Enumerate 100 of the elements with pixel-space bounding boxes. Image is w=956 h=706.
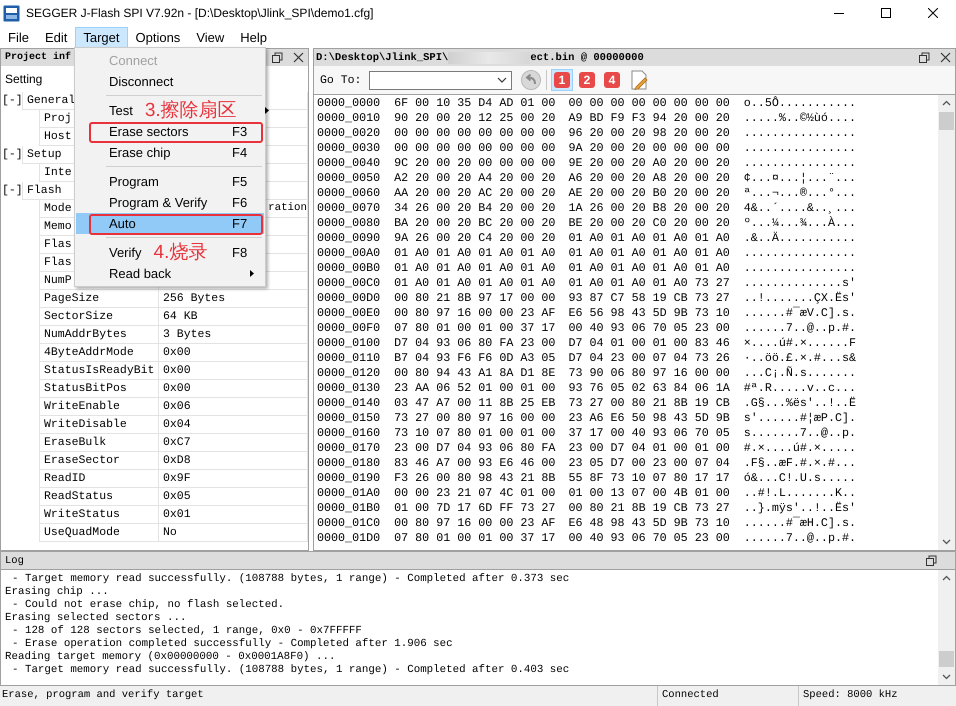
hex-bytes: B7 04 93 F6 F6 0D A3 05 <box>394 351 556 366</box>
collapse-toggle[interactable]: [-] <box>1 182 22 200</box>
property-value: 0x05 <box>159 488 308 506</box>
hex-bytes: A6 20 00 20 A8 20 00 20 <box>568 171 730 186</box>
hex-address: 0000_0100 <box>317 336 380 351</box>
hex-address: 0000_0120 <box>317 366 380 381</box>
close-icon[interactable] <box>293 52 304 63</box>
hex-bytes: 03 47 A7 00 11 8B 25 EB <box>394 396 556 411</box>
ascii-text: ..}.mÿs'..!..Ës' <box>744 501 856 516</box>
hex-address: 0000_0030 <box>317 141 380 156</box>
property-value: 64 KB <box>159 308 308 326</box>
ascii-text: ......7..@..p.#. <box>744 321 856 336</box>
scroll-thumb[interactable] <box>939 651 954 667</box>
column-header: Setting <box>5 72 42 86</box>
view-button[interactable]: 1 <box>551 69 573 91</box>
ascii-text: ................ <box>744 261 856 276</box>
ascii-text: ......#¯æV.C].s. <box>744 306 856 321</box>
log-line: - Could not erase chip, no flash selected. <box>11 599 286 612</box>
hex-bytes: 90 20 00 20 12 25 00 20 <box>394 111 556 126</box>
hex-bytes: 23 05 D7 00 23 00 07 04 <box>568 456 730 471</box>
hex-bytes: 00 80 21 8B 19 CB 73 27 <box>568 501 730 516</box>
restore-icon[interactable] <box>272 52 283 63</box>
ascii-text: ......#¯æH.C].s. <box>744 516 856 531</box>
hex-bytes: 01 A0 01 A0 01 A0 01 A0 <box>568 231 730 246</box>
log-line: - Erase operation completed successfully - Completed after 1.906 sec <box>11 638 454 651</box>
property-value: 0x00 <box>159 344 308 362</box>
log-line: - Target memory read successfully. (108788 bytes, 1 range) - Completed after 0.403 sec <box>11 664 570 677</box>
property-value: 0x9F <box>159 470 308 488</box>
hex-bytes: 00 80 21 8B 97 17 00 00 <box>394 291 556 306</box>
connection-status: Connected <box>657 686 798 706</box>
hex-bytes: 23 00 D7 04 01 00 01 00 <box>568 441 730 456</box>
hex-address: 0000_01C0 <box>317 516 380 531</box>
collapse-toggle[interactable]: [-] <box>1 92 22 110</box>
hex-bytes: AA 20 00 20 AC 20 00 20 <box>394 186 556 201</box>
scroll-thumb[interactable] <box>939 112 954 130</box>
ascii-text: ......7..@..p.#. <box>744 531 856 546</box>
restore-icon[interactable] <box>919 52 930 63</box>
property-value: 0x04 <box>159 416 308 434</box>
hex-bytes: 6F 00 10 35 D4 AD 01 00 <box>394 96 556 111</box>
hex-address: 0000_01A0 <box>317 486 380 501</box>
menu-item[interactable]: Options <box>128 26 188 48</box>
property-value: 0x00 <box>159 380 308 398</box>
menu-item[interactable]: Auto F7 <box>76 213 264 234</box>
hex-address: 0000_00D0 <box>317 291 380 306</box>
hex-bytes: 37 17 00 40 93 06 70 05 <box>568 426 730 441</box>
hex-bytes: 00 80 97 16 00 00 23 AF <box>394 306 556 321</box>
menu-item[interactable]: Target <box>75 26 128 48</box>
ascii-text: ................ <box>744 126 856 141</box>
hex-bytes: 01 A0 01 A0 01 A0 01 A0 <box>394 246 556 261</box>
hex-address: 0000_00B0 <box>317 261 380 276</box>
restore-icon[interactable] <box>926 555 937 566</box>
hex-address: 0000_00C0 <box>317 276 380 291</box>
hex-address: 0000_0180 <box>317 456 380 471</box>
hex-bytes: 01 A0 01 A0 01 A0 01 A0 <box>394 276 556 291</box>
property-name: StatusIsReadyBit <box>39 362 159 380</box>
hex-address: 0000_0110 <box>317 351 380 366</box>
log-line: - Target memory read successfully. (108788 bytes, 1 range) - Completed after 0.373 sec <box>11 573 570 586</box>
ascii-text: ................ <box>744 156 856 171</box>
log-line: Erasing selected sectors ... <box>5 612 188 625</box>
close-icon[interactable] <box>928 8 938 18</box>
hex-bytes: BA 20 00 20 BC 20 00 20 <box>394 216 556 231</box>
view-button[interactable]: 4 <box>601 69 623 91</box>
close-icon[interactable] <box>940 52 951 63</box>
menu-item[interactable]: Disconnect <box>76 71 264 92</box>
hex-address: 0000_0000 <box>317 96 380 111</box>
goto-field[interactable] <box>369 70 512 90</box>
property-name: NumAddrBytes <box>39 326 159 344</box>
hex-address: 0000_0050 <box>317 171 380 186</box>
log-line: Erasing chip ... <box>5 586 110 599</box>
submenu-arrow-icon <box>250 270 254 277</box>
menu-item[interactable]: View <box>188 26 232 48</box>
hex-address: 0000_0060 <box>317 186 380 201</box>
hex-bytes: 00 40 93 06 70 05 23 00 <box>568 321 730 336</box>
edit-document-icon[interactable] <box>630 70 648 90</box>
hex-address: 0000_0010 <box>317 111 380 126</box>
hex-bytes: 01 A0 01 A0 01 A0 01 A0 <box>568 246 730 261</box>
log-line: Reading target memory (0x00000000 - 0x0001A8F0) ... <box>5 651 336 664</box>
window-title: SEGGER J-Flash SPI V7.92n - [D:\Desktop\Jlink_SPI\demo1.cfg] <box>26 6 374 20</box>
hex-bytes: F3 26 00 80 98 43 21 8B <box>394 471 556 486</box>
hex-bytes: 01 A0 01 A0 01 A0 01 A0 <box>568 261 730 276</box>
hex-bytes: 07 80 01 00 01 00 37 17 <box>394 531 556 546</box>
hex-address: 0000_00E0 <box>317 306 380 321</box>
menu-item[interactable]: Help <box>232 26 276 48</box>
app-icon <box>3 4 20 22</box>
property-value: 0x01 <box>159 506 308 524</box>
hex-bytes: 73 10 07 80 01 00 01 00 <box>394 426 556 441</box>
property-value: 0xD8 <box>159 452 308 470</box>
hex-bytes: 9A 20 00 20 00 00 00 00 <box>568 141 730 156</box>
hex-bytes: 23 A6 E6 50 98 43 5D 9B <box>568 411 730 426</box>
hex-address: 0000_0190 <box>317 471 380 486</box>
collapse-toggle[interactable]: [-] <box>1 146 22 164</box>
maximize-icon[interactable] <box>880 8 890 18</box>
menu-item[interactable]: Edit <box>36 26 76 48</box>
hex-bytes: 96 20 00 20 98 20 00 20 <box>568 126 730 141</box>
view-button[interactable]: 2 <box>576 69 598 91</box>
property-name: SectorSize <box>39 308 159 326</box>
ascii-text: ª...¬...®...°... <box>744 186 856 201</box>
property-name: WriteEnable <box>39 398 159 416</box>
speed-status: Speed: 8000 kHz <box>798 686 956 706</box>
menu-item[interactable]: File <box>0 26 37 48</box>
